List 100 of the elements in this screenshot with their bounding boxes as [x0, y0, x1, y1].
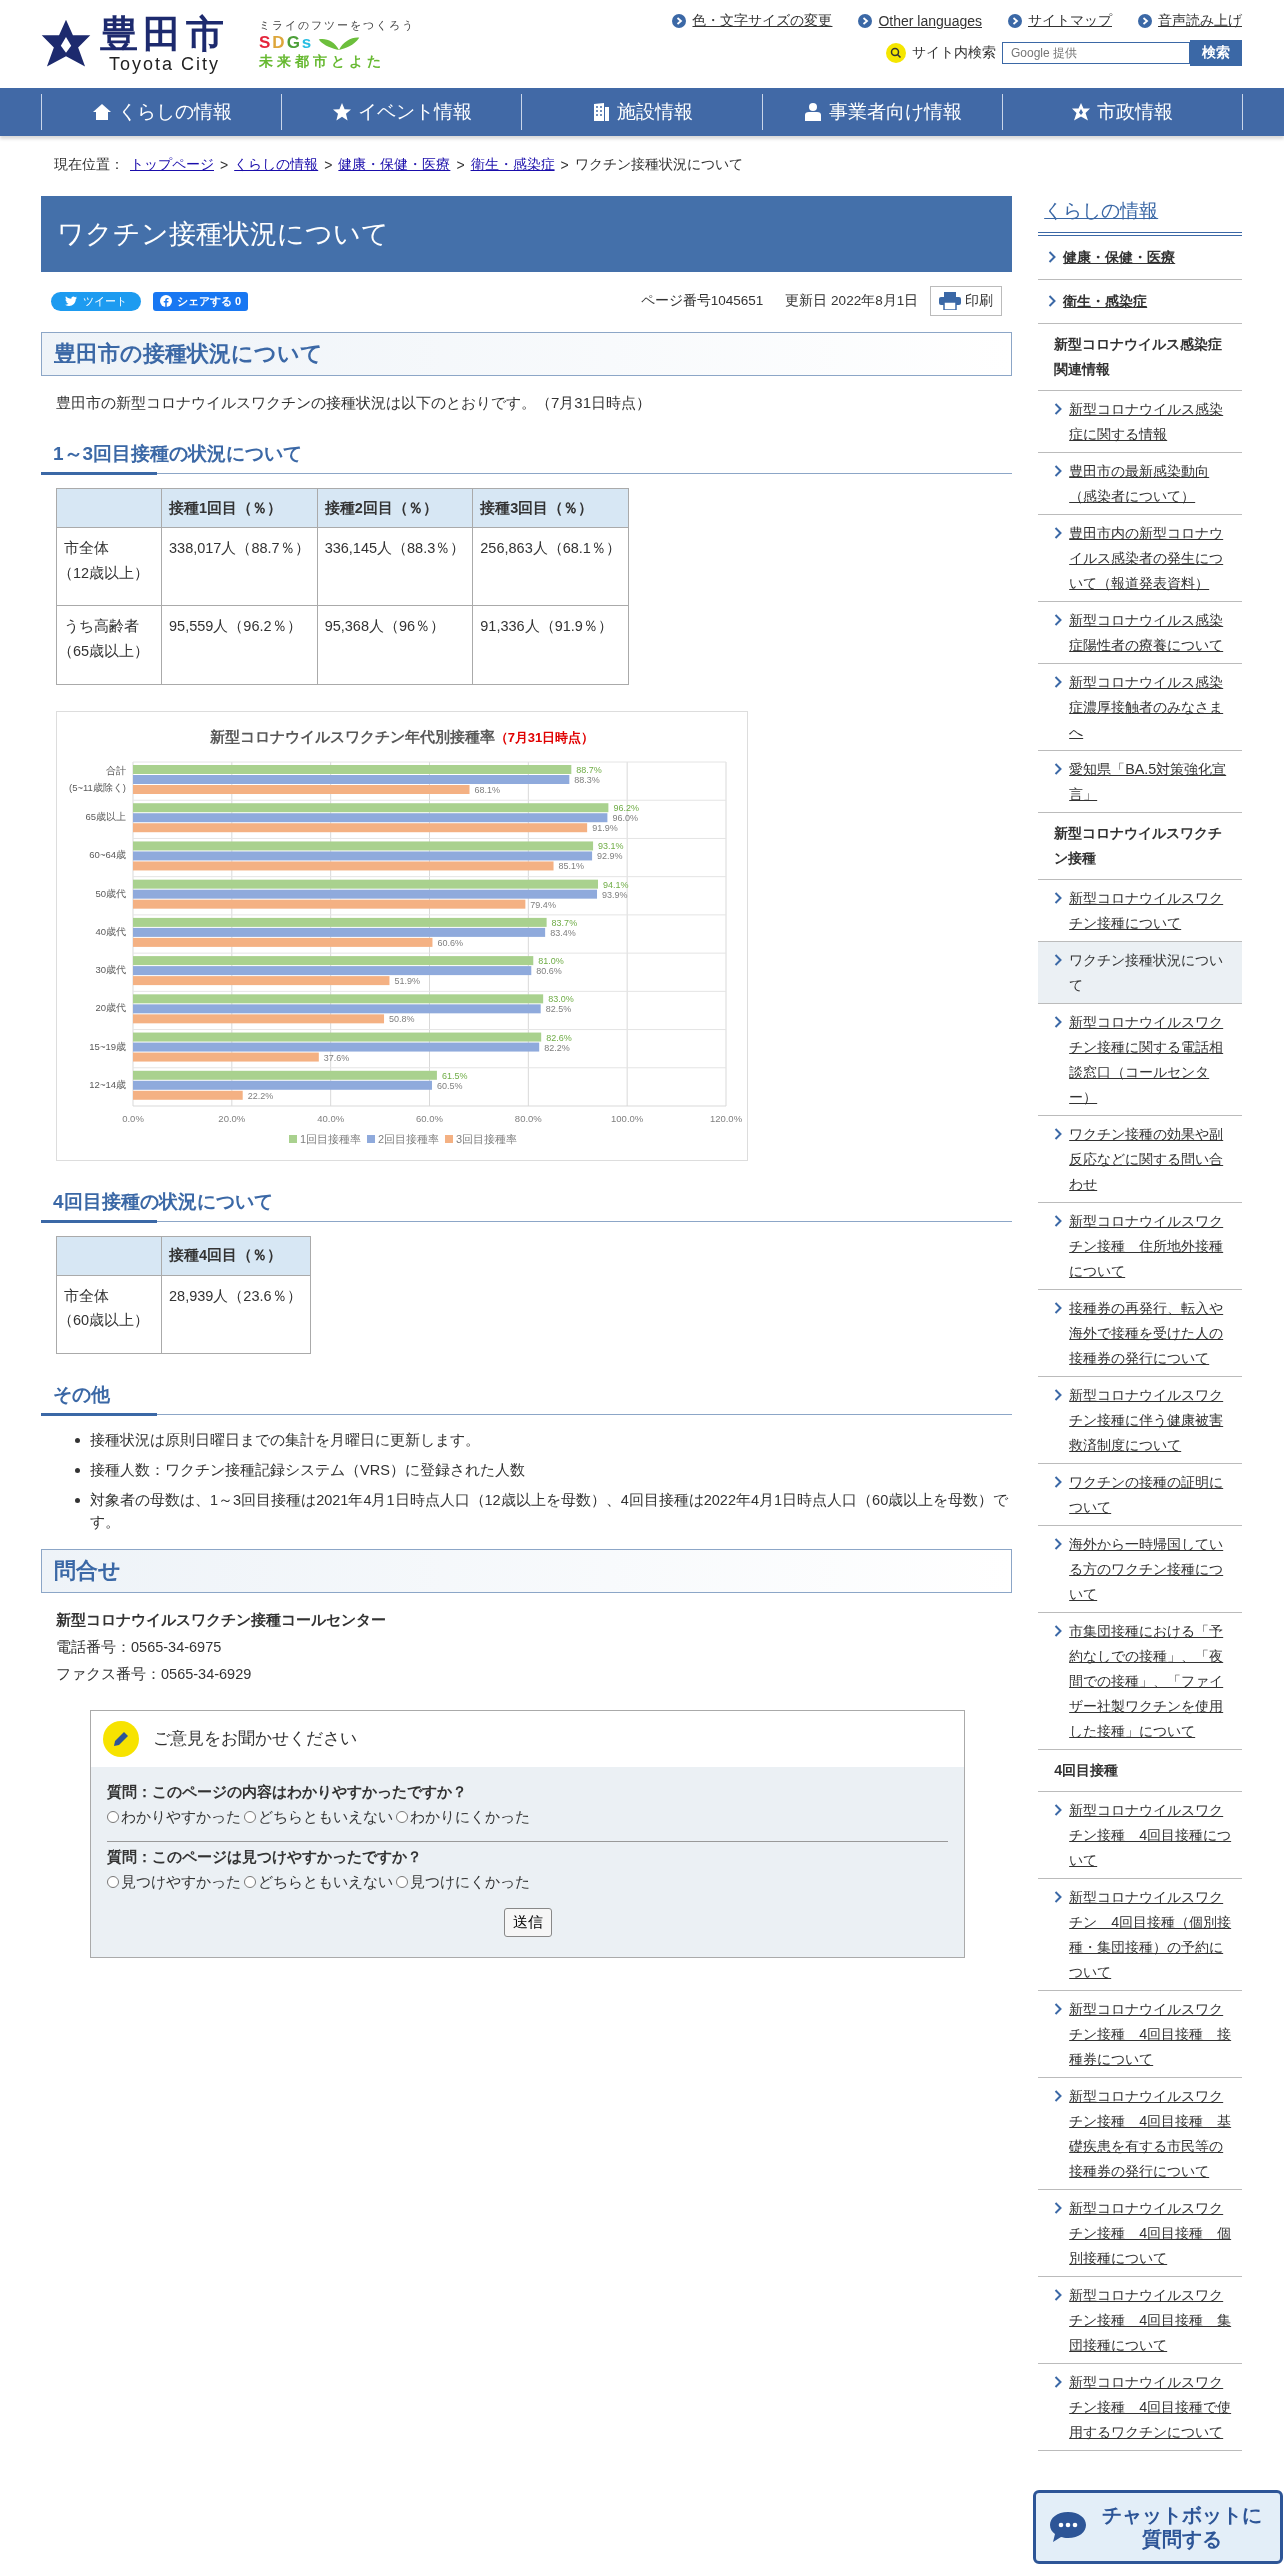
breadcrumb-link[interactable]: トップページ — [130, 156, 214, 174]
chart-title: 新型コロナウイルスワクチン年代別接種率（7月31日時点） — [209, 727, 595, 745]
printer-icon — [939, 292, 962, 310]
radio-label[interactable]: 見つけにくかった — [410, 1872, 530, 1892]
axis-label: 12~14歳 — [89, 1078, 126, 1090]
utility-link[interactable]: Other languages — [858, 12, 982, 30]
axis-tick-label: 100.0% — [611, 1112, 644, 1124]
print-button[interactable]: 印刷 — [930, 286, 1003, 316]
sidebar-link[interactable]: 新型コロナウイルスワクチン接種 4回目接種 集団接種について — [1038, 2277, 1242, 2364]
sidebar-link[interactable]: 豊田市の最新感染動向（感染者について） — [1038, 453, 1242, 515]
radio-label[interactable]: 見つけやすかった — [121, 1872, 241, 1892]
breadcrumb-separator: > — [220, 157, 229, 173]
chevron-icon — [1054, 2376, 1063, 2388]
chatbot-button[interactable]: チャットボットに 質問する — [1033, 2490, 1283, 2564]
breadcrumb-link[interactable]: 健康・保健・医療 — [338, 156, 451, 174]
table-header-cell: 接種1回目（％） — [161, 488, 318, 528]
radio-button[interactable] — [396, 1876, 408, 1889]
facebook-share-button[interactable]: シェアする 0 — [153, 291, 249, 311]
radio-button[interactable] — [396, 1811, 408, 1824]
radio-label[interactable]: わかりにくかった — [410, 1807, 530, 1827]
sidebar-link[interactable]: 新型コロナウイルスワクチン接種に関する電話相談窓口（コールセンター） — [1038, 1004, 1242, 1116]
pencil-icon — [103, 1720, 139, 1757]
table-cell-text: うち高齢者 — [64, 617, 140, 637]
radio-label[interactable]: どちらともいえない — [258, 1872, 393, 1892]
sidebar-heading: 4回目接種 — [1038, 1750, 1242, 1792]
chevron-icon — [1048, 251, 1057, 263]
radio-button[interactable] — [244, 1811, 256, 1824]
sidebar-link[interactable]: 愛知県「BA.5対策強化宣言」 — [1038, 751, 1242, 813]
data-label: 50.8% — [389, 1013, 415, 1024]
nav-tab[interactable]: イベント情報 — [281, 94, 522, 130]
radio-button[interactable] — [107, 1876, 119, 1889]
question-text: 質問：このページは見つけやすかったですか？ — [107, 1847, 423, 1867]
breadcrumb-link[interactable]: 衛生・感染症 — [470, 156, 555, 174]
radio-label[interactable]: わかりやすかった — [121, 1807, 241, 1827]
axis-label: 50歳代 — [95, 887, 126, 899]
table-cell-text: （60歳以上） — [58, 1311, 151, 1331]
breadcrumb-link[interactable]: くらしの情報 — [234, 156, 319, 174]
nav-tab[interactable]: 事業者向け情報 — [761, 94, 1002, 130]
sidebar-link[interactable]: 新型コロナウイルスワクチン接種 住所地外接種について — [1038, 1203, 1242, 1290]
sidebar-link[interactable]: 市集団接種における「予約なしでの接種」、「夜間での接種」、「ファイザー社製ワクチンを使用した接種」について — [1038, 1613, 1242, 1750]
sidebar-link[interactable]: 接種券の再発行、転入や海外で接種を受けた人の接種券の発行について — [1038, 1290, 1242, 1377]
intro-text: 豊田市の新型コロナウイルスワクチンの接種状況は以下のとおりです。（7月31日時点） — [56, 394, 653, 413]
data-label: 83.7% — [551, 917, 578, 928]
sidebar-link[interactable]: 新型コロナウイルスワクチン接種 4回目接種 個別接種について — [1038, 2190, 1242, 2277]
sidebar-link[interactable]: 新型コロナウイルスワクチン接種 4回目接種で使用するワクチンについて — [1038, 2364, 1242, 2451]
page-title: ワクチン接種状況について — [41, 196, 1013, 272]
utility-link[interactable]: 色・文字サイズの変更 — [672, 12, 833, 30]
sidebar-link[interactable]: 新型コロナウイルスワクチン接種 4回目接種 基礎疾患を有する市民等の接種券の発行について — [1038, 2078, 1242, 2190]
nav-tab[interactable]: くらしの情報 — [41, 94, 282, 130]
sidebar-link[interactable]: 新型コロナウイルスワクチン接種 4回目接種 接種券について — [1038, 1991, 1242, 2078]
sidebar-link[interactable]: ワクチンの接種の証明について — [1038, 1464, 1242, 1526]
sidebar-link[interactable]: ワクチン接種状況について — [1038, 942, 1242, 1004]
axis-label: 合計 (5~11歳除く) — [68, 764, 126, 793]
data-label: 83.4% — [550, 927, 576, 938]
sidebar-link[interactable]: 新型コロナウイルスワクチン接種 4回目接種について — [1038, 1792, 1242, 1879]
phone-number: 電話番号：0565-34-6975 — [56, 1637, 223, 1657]
bullet-text: 接種状況は原則日曜日までの集計を月曜日に更新します。 — [90, 1430, 480, 1450]
radio-button[interactable] — [107, 1811, 119, 1824]
nav-tab[interactable]: 施設情報 — [521, 94, 762, 130]
sidebar-category-link[interactable]: 健康・保健・医療 — [1038, 236, 1242, 280]
sidebar-link[interactable]: 新型コロナウイルス感染症に関する情報 — [1038, 391, 1242, 453]
sidebar-link[interactable]: 海外から一時帰国している方のワクチン接種について — [1038, 1526, 1242, 1613]
sidebar-link[interactable]: 新型コロナウイルス感染症陽性者の療養について — [1038, 602, 1242, 664]
sidebar-link[interactable]: 新型コロナウイルス感染症濃厚接触者のみなさまへ — [1038, 664, 1242, 751]
radio-button[interactable] — [244, 1876, 256, 1889]
sidebar-category-link[interactable]: 衛生・感染症 — [1038, 280, 1242, 324]
data-label: 93.9% — [602, 889, 628, 900]
search-field[interactable]: Google 提供 — [1002, 42, 1190, 64]
tagline: 未来都市とよた — [259, 52, 386, 71]
sidebar-title[interactable]: くらしの情報 — [1038, 198, 1242, 232]
data-label: 91.9% — [592, 822, 618, 833]
search-button[interactable]: 検索 — [1190, 40, 1242, 66]
chevron-icon — [1054, 2289, 1063, 2301]
submit-button[interactable]: 送信 — [503, 1907, 552, 1937]
sidebar-heading: 新型コロナウイルス感染症関連情報 — [1038, 324, 1242, 391]
sidebar-link[interactable]: 新型コロナウイルスワクチン接種に伴う健康被害救済制度について — [1038, 1377, 1242, 1464]
legend-swatch — [367, 1134, 375, 1143]
star-icon — [331, 102, 352, 122]
nav-tab[interactable]: 市政情報 — [1001, 94, 1243, 130]
section-heading: 4回目接種の状況について — [41, 1188, 1013, 1222]
axis-tick-label: 0.0% — [122, 1112, 144, 1124]
chevron-circle-icon — [858, 14, 873, 28]
city-name[interactable]: 豊田市 — [100, 12, 229, 55]
chevron-icon — [1054, 1389, 1063, 1401]
chevron-icon — [1054, 1016, 1063, 1028]
data-label: 22.2% — [247, 1090, 274, 1101]
table-cell: 256,863人（68.1％） — [472, 527, 629, 606]
person-icon — [802, 102, 823, 122]
axis-tick-label: 60.0% — [416, 1112, 443, 1124]
sidebar-link[interactable]: 新型コロナウイルスワクチン 4回目接種（個別接種・集団接種）の予約について — [1038, 1879, 1242, 1991]
utility-link[interactable]: 音声読み上げ — [1138, 12, 1242, 30]
fax-number: ファクス番号：0565-34-6929 — [56, 1664, 253, 1684]
sidebar-link[interactable]: ワクチン接種の効果や副反応などに関する問い合わせ — [1038, 1116, 1242, 1203]
sidebar-link[interactable]: 豊田市内の新型コロナウイルス感染者の発生について（報道発表資料） — [1038, 515, 1242, 602]
data-label: 94.1% — [603, 879, 629, 890]
chevron-icon — [1054, 892, 1063, 904]
utility-link[interactable]: サイトマップ — [1008, 12, 1112, 30]
chevron-icon — [1054, 465, 1063, 477]
chevron-icon — [1054, 763, 1063, 775]
radio-label[interactable]: どちらともいえない — [258, 1807, 393, 1827]
